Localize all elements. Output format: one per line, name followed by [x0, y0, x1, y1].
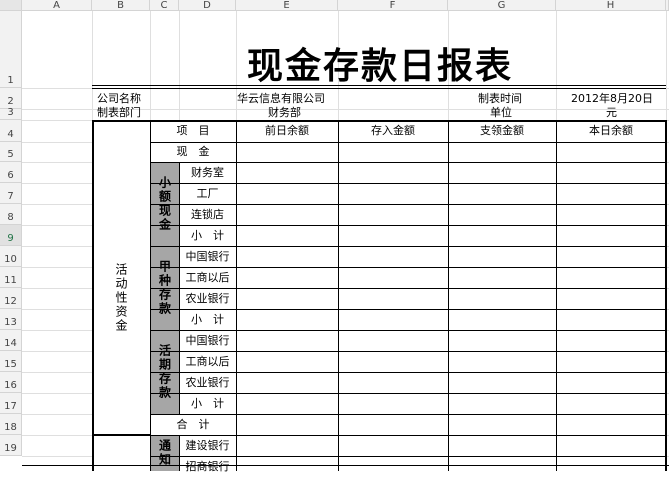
- report-title[interactable]: 现金存款日报表: [150, 44, 610, 88]
- header-withdraw[interactable]: 支领金额: [448, 120, 556, 142]
- row-header-16[interactable]: 16: [0, 372, 22, 393]
- item-d_items-2[interactable]: 农业银行: [179, 372, 236, 393]
- row-total[interactable]: 合 计: [150, 414, 236, 435]
- border: [448, 120, 449, 471]
- column-header-a[interactable]: A: [22, 0, 92, 11]
- title-underline: [92, 88, 666, 89]
- row-header-9[interactable]: 9: [0, 225, 22, 246]
- border: [179, 330, 180, 414]
- border: [150, 456, 666, 457]
- border: [556, 120, 557, 471]
- border: [150, 351, 666, 352]
- border: [179, 246, 180, 330]
- column-header-h[interactable]: H: [556, 0, 666, 11]
- row-header-13[interactable]: 13: [0, 309, 22, 330]
- column-header-c[interactable]: C: [150, 0, 179, 11]
- border: [150, 142, 666, 143]
- border: [665, 120, 667, 471]
- border: [150, 330, 666, 331]
- row-cash[interactable]: 现 金: [150, 142, 236, 162]
- border: [150, 120, 151, 471]
- dept-value[interactable]: 财务部: [268, 106, 301, 119]
- column-header-d[interactable]: D: [179, 0, 236, 11]
- company-value[interactable]: 华云信息有限公司: [237, 92, 325, 105]
- border: [150, 288, 666, 289]
- row-header-2[interactable]: 2: [0, 88, 22, 109]
- row-header-12[interactable]: 12: [0, 288, 22, 309]
- item-d_items-3[interactable]: 小 计: [179, 393, 236, 414]
- header-deposit[interactable]: 存入金额: [338, 120, 448, 142]
- time-label[interactable]: 制表时间: [478, 92, 522, 105]
- time-value[interactable]: 2012年8月20日: [571, 92, 653, 105]
- border: [150, 414, 666, 415]
- item-petty_items-1[interactable]: 工厂: [179, 183, 236, 204]
- border: [150, 393, 666, 394]
- item-a_items-1[interactable]: 工商以后: [179, 267, 236, 288]
- item-d_items-1[interactable]: 工商以后: [179, 351, 236, 372]
- row-header-11[interactable]: 11: [0, 267, 22, 288]
- row-header-6[interactable]: 6: [0, 162, 22, 183]
- border: [150, 267, 666, 268]
- row-header-19[interactable]: 19: [0, 435, 22, 456]
- row-header-1[interactable]: 1: [0, 11, 22, 88]
- item-a_items-2[interactable]: 农业银行: [179, 288, 236, 309]
- row-header-17[interactable]: 17: [0, 393, 22, 414]
- border: [150, 372, 666, 373]
- row-header-8[interactable]: 8: [0, 204, 22, 225]
- unit-value[interactable]: 元: [606, 106, 617, 119]
- item-d_items-0[interactable]: 中国银行: [179, 330, 236, 351]
- row-header-18[interactable]: 18: [0, 414, 22, 435]
- row-header-15[interactable]: 15: [0, 351, 22, 372]
- item-petty_items-3[interactable]: 小 计: [179, 225, 236, 246]
- border: [150, 204, 666, 205]
- row-header-7[interactable]: 7: [0, 183, 22, 204]
- column-header-g[interactable]: G: [448, 0, 556, 11]
- company-label[interactable]: 公司名称: [97, 92, 141, 105]
- border: [150, 246, 666, 247]
- border: [92, 120, 94, 471]
- border: [150, 225, 666, 226]
- group-active-funds[interactable]: 活动性资金: [92, 162, 150, 434]
- row-header-5[interactable]: 5: [0, 142, 22, 162]
- header-today-balance[interactable]: 本日余额: [556, 120, 666, 142]
- row-header-4[interactable]: 4: [0, 120, 22, 142]
- column-header-e[interactable]: E: [236, 0, 338, 11]
- header-item[interactable]: 项 目: [150, 120, 236, 142]
- border: [150, 162, 666, 163]
- dept-label[interactable]: 制表部门: [97, 106, 141, 119]
- item-a_items-0[interactable]: 中国银行: [179, 246, 236, 267]
- border: [150, 435, 666, 436]
- border: [92, 120, 666, 122]
- border: [338, 120, 339, 471]
- border: [179, 162, 180, 246]
- item-petty_items-2[interactable]: 连锁店: [179, 204, 236, 225]
- border: [150, 183, 666, 184]
- border: [236, 120, 237, 471]
- item-notice-0[interactable]: 建设银行: [179, 435, 236, 456]
- select-all-corner[interactable]: [0, 0, 22, 11]
- row-header-10[interactable]: 10: [0, 246, 22, 267]
- column-header-b[interactable]: B: [92, 0, 150, 11]
- border: [22, 465, 669, 466]
- row-header-14[interactable]: 14: [0, 330, 22, 351]
- header-prev-balance[interactable]: 前日余额: [236, 120, 338, 142]
- item-notice-1[interactable]: 招商银行: [179, 456, 236, 477]
- border: [150, 309, 666, 310]
- unit-label[interactable]: 单位: [490, 106, 512, 119]
- item-a_items-3[interactable]: 小 计: [179, 309, 236, 330]
- item-petty_items-0[interactable]: 财务室: [179, 162, 236, 183]
- border: [92, 434, 150, 436]
- column-header-f[interactable]: F: [338, 0, 448, 11]
- row-header-3[interactable]: 3: [0, 107, 22, 120]
